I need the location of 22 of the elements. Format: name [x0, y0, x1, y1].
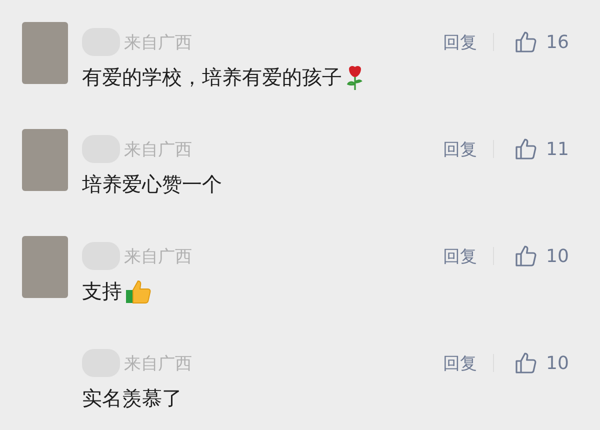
like-count: 11 — [546, 138, 570, 160]
thumbs-up-icon[interactable] — [514, 30, 538, 54]
location-label: 来自广西 — [124, 138, 192, 160]
reply-button[interactable]: 回复 — [443, 138, 477, 160]
like-count: 10 — [546, 246, 570, 266]
reply-button[interactable]: 回复 — [443, 30, 477, 54]
location-label: 来自广西 — [124, 246, 192, 268]
like-count: 10 — [546, 352, 570, 374]
thumbs-up-icon — [125, 278, 153, 304]
comment-text: 培养爱心赞一个 — [82, 171, 222, 198]
comment-text: 支持 — [82, 278, 122, 305]
reply-button[interactable]: 回复 — [443, 244, 477, 268]
rose-icon — [345, 64, 365, 90]
thumbs-up-icon[interactable] — [514, 244, 538, 268]
location-label: 来自广西 — [124, 32, 192, 54]
thumbs-up-icon[interactable] — [514, 137, 538, 161]
thumbs-up-icon[interactable] — [514, 351, 538, 375]
like-count: 16 — [546, 32, 570, 52]
comment-text: 有爱的学校，培养有爱的孩子 — [82, 64, 342, 91]
reply-button[interactable]: 回复 — [443, 352, 477, 374]
location-label: 来自广西 — [124, 352, 192, 374]
comment-text: 实名羡慕了 — [82, 385, 182, 412]
